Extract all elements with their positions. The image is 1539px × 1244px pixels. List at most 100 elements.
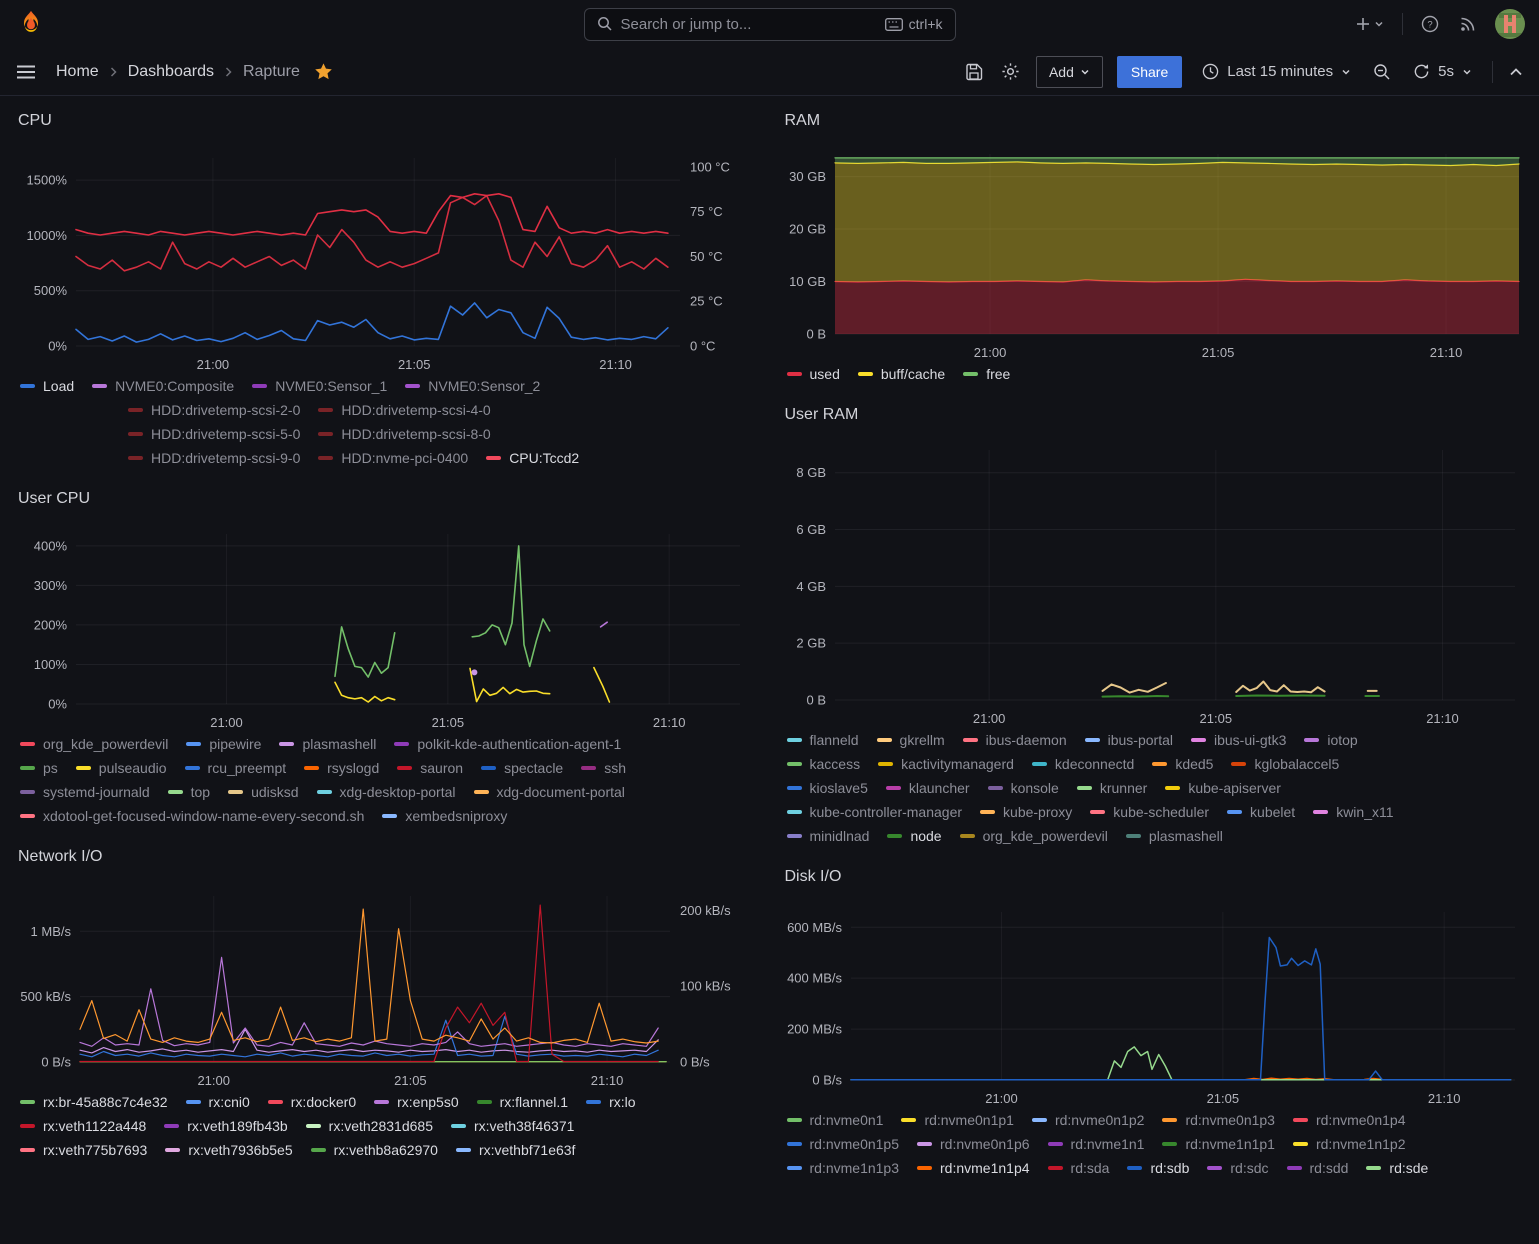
legend-item-rx:docker0[interactable]: rx:docker0: [268, 1094, 356, 1110]
legend-item-udisksd[interactable]: udisksd: [228, 784, 298, 800]
legend-item-plasmashell[interactable]: plasmashell: [1126, 828, 1223, 844]
legend-item-kube-controller-manager[interactable]: kube-controller-manager: [787, 804, 963, 820]
legend-item-rd:nvme0n1p5[interactable]: rd:nvme0n1p5: [787, 1136, 900, 1152]
legend-item-ibus-ui-gtk3[interactable]: ibus-ui-gtk3: [1191, 732, 1286, 748]
legend-item-ibus-portal[interactable]: ibus-portal: [1085, 732, 1173, 748]
legend-item-rd:nvme0n1p3[interactable]: rd:nvme0n1p3: [1162, 1112, 1275, 1128]
legend-item-rd:sda[interactable]: rd:sda: [1048, 1160, 1110, 1176]
legend-item-rd:nvme0n1p1[interactable]: rd:nvme0n1p1: [901, 1112, 1014, 1128]
refresh-picker[interactable]: 5s: [1407, 62, 1478, 81]
legend-item-rx:br-45a88c7c4e32[interactable]: rx:br-45a88c7c4e32: [20, 1094, 168, 1110]
legend-item-kglobalaccel5[interactable]: kglobalaccel5: [1231, 756, 1339, 772]
legend-item-HDD:drivetemp-scsi-4-0[interactable]: HDD:drivetemp-scsi-4-0: [318, 402, 490, 418]
legend-item-xdg-desktop-portal[interactable]: xdg-desktop-portal: [317, 784, 456, 800]
legend-item-pipewire[interactable]: pipewire: [186, 736, 261, 752]
legend-item-rx:veth1122a448[interactable]: rx:veth1122a448: [20, 1118, 146, 1134]
new-dashboard-button[interactable]: [1353, 14, 1386, 34]
legend-item-klauncher[interactable]: klauncher: [886, 780, 970, 796]
legend-item-kubelet[interactable]: kubelet: [1227, 804, 1295, 820]
legend-item-rd:nvme1n1p2[interactable]: rd:nvme1n1p2: [1293, 1136, 1406, 1152]
legend-item-kube-apiserver[interactable]: kube-apiserver: [1165, 780, 1281, 796]
legend-item-NVME0:Sensor_2[interactable]: NVME0:Sensor_2: [405, 378, 540, 394]
network-io-chart[interactable]: 0 B/s500 kB/s1 MB/s0 B/s100 kB/s200 kB/s…: [10, 880, 754, 1092]
legend-item-rd:nvme0n1[interactable]: rd:nvme0n1: [787, 1112, 884, 1128]
user-ram-chart[interactable]: 0 B2 GB4 GB6 GB8 GB21:0021:0521:10: [777, 438, 1529, 730]
legend-item-ssh[interactable]: ssh: [581, 760, 626, 776]
legend-item-buff/cache[interactable]: buff/cache: [858, 366, 945, 382]
legend-item-NVME0:Sensor_1[interactable]: NVME0:Sensor_1: [252, 378, 387, 394]
user-cpu-chart[interactable]: 0%100%200%300%400%21:0021:0521:10: [10, 522, 754, 734]
legend-item-rsyslogd[interactable]: rsyslogd: [304, 760, 379, 776]
cpu-chart[interactable]: 0%500%1000%1500%0 °C25 °C50 °C75 °C100 °…: [10, 144, 754, 376]
time-range-picker[interactable]: Last 15 minutes: [1196, 62, 1357, 81]
share-button[interactable]: Share: [1117, 56, 1182, 88]
legend-item-kaccess[interactable]: kaccess: [787, 756, 861, 772]
legend-item-polkit-kde-authentication-agent-1[interactable]: polkit-kde-authentication-agent-1: [394, 736, 621, 752]
legend-item-systemd-journald[interactable]: systemd-journald: [20, 784, 150, 800]
legend-item-sauron[interactable]: sauron: [397, 760, 463, 776]
legend-item-rd:nvme1n1p3[interactable]: rd:nvme1n1p3: [787, 1160, 900, 1176]
legend-item-rx:veth189fb43b[interactable]: rx:veth189fb43b: [164, 1118, 287, 1134]
save-dashboard-button[interactable]: [963, 61, 985, 83]
breadcrumb-dashboards[interactable]: Dashboards: [128, 63, 214, 81]
legend-item-kded5[interactable]: kded5: [1152, 756, 1213, 772]
user-avatar[interactable]: [1495, 9, 1525, 39]
legend-item-rx:veth7936b5e5[interactable]: rx:veth7936b5e5: [165, 1142, 292, 1158]
legend-item-CPU:Tccd2[interactable]: CPU:Tccd2: [486, 450, 579, 466]
legend-item-NVME0:Composite[interactable]: NVME0:Composite: [92, 378, 234, 394]
legend-item-kioslave5[interactable]: kioslave5: [787, 780, 868, 796]
legend-item-krunner[interactable]: krunner: [1077, 780, 1147, 796]
legend-item-free[interactable]: free: [963, 366, 1010, 382]
legend-item-xdg-document-portal[interactable]: xdg-document-portal: [474, 784, 625, 800]
legend-item-xembedsniproxy[interactable]: xembedsniproxy: [382, 808, 507, 824]
legend-item-rx:vethbf71e63f[interactable]: rx:vethbf71e63f: [456, 1142, 576, 1158]
legend-item-rd:nvme1n1p4[interactable]: rd:nvme1n1p4: [917, 1160, 1030, 1176]
legend-item-HDD:drivetemp-scsi-8-0[interactable]: HDD:drivetemp-scsi-8-0: [318, 426, 490, 442]
legend-item-xdotool-get-focused-window-name-every-second.sh[interactable]: xdotool-get-focused-window-name-every-se…: [20, 808, 364, 824]
legend-item-HDD:nvme-pci-0400[interactable]: HDD:nvme-pci-0400: [318, 450, 468, 466]
legend-item-rx:veth38f46371[interactable]: rx:veth38f46371: [451, 1118, 574, 1134]
legend-item-kube-proxy[interactable]: kube-proxy: [980, 804, 1072, 820]
legend-item-rd:nvme0n1p6[interactable]: rd:nvme0n1p6: [917, 1136, 1030, 1152]
legend-item-spectacle[interactable]: spectacle: [481, 760, 563, 776]
legend-item-kube-scheduler[interactable]: kube-scheduler: [1090, 804, 1209, 820]
legend-item-rd:nvme1n1p1[interactable]: rd:nvme1n1p1: [1162, 1136, 1275, 1152]
grafana-logo[interactable]: [14, 7, 48, 41]
legend-item-HDD:drivetemp-scsi-9-0[interactable]: HDD:drivetemp-scsi-9-0: [128, 450, 300, 466]
ram-chart[interactable]: 0 B10 GB20 GB30 GB21:0021:0521:10: [777, 144, 1529, 364]
legend-item-rx:veth2831d685[interactable]: rx:veth2831d685: [306, 1118, 433, 1134]
legend-item-konsole[interactable]: konsole: [988, 780, 1059, 796]
favorite-star-button[interactable]: [314, 62, 333, 81]
legend-item-kwin_x11[interactable]: kwin_x11: [1313, 804, 1393, 820]
legend-item-rcu_preempt[interactable]: rcu_preempt: [185, 760, 287, 776]
legend-item-rx:cni0[interactable]: rx:cni0: [186, 1094, 250, 1110]
legend-item-flanneld[interactable]: flanneld: [787, 732, 859, 748]
zoom-out-button[interactable]: [1371, 61, 1393, 83]
collapse-toolbar-button[interactable]: [1507, 65, 1525, 79]
search-input[interactable]: Search or jump to... ctrl+k: [584, 8, 956, 41]
legend-item-rd:sdc[interactable]: rd:sdc: [1207, 1160, 1268, 1176]
legend-item-org_kde_powerdevil[interactable]: org_kde_powerdevil: [960, 828, 1108, 844]
legend-item-minidlnad[interactable]: minidlnad: [787, 828, 870, 844]
legend-item-kdeconnectd[interactable]: kdeconnectd: [1032, 756, 1134, 772]
add-panel-button[interactable]: Add: [1036, 56, 1103, 88]
breadcrumb-home[interactable]: Home: [56, 63, 99, 81]
legend-item-ps[interactable]: ps: [20, 760, 58, 776]
legend-item-rx:flannel.1[interactable]: rx:flannel.1: [477, 1094, 568, 1110]
legend-item-rd:sde[interactable]: rd:sde: [1366, 1160, 1428, 1176]
legend-item-rd:sdb[interactable]: rd:sdb: [1127, 1160, 1189, 1176]
disk-io-chart[interactable]: 0 B/s200 MB/s400 MB/s600 MB/s21:0021:052…: [777, 900, 1529, 1110]
legend-item-org_kde_powerdevil[interactable]: org_kde_powerdevil: [20, 736, 168, 752]
legend-item-kactivitymanagerd[interactable]: kactivitymanagerd: [878, 756, 1014, 772]
legend-item-rd:nvme0n1p2[interactable]: rd:nvme0n1p2: [1032, 1112, 1145, 1128]
legend-item-rd:sdd[interactable]: rd:sdd: [1287, 1160, 1349, 1176]
legend-item-rx:enp5s0[interactable]: rx:enp5s0: [374, 1094, 458, 1110]
legend-item-HDD:drivetemp-scsi-2-0[interactable]: HDD:drivetemp-scsi-2-0: [128, 402, 300, 418]
legend-item-top[interactable]: top: [168, 784, 210, 800]
legend-item-rx:lo[interactable]: rx:lo: [586, 1094, 635, 1110]
legend-item-rx:vethb8a62970[interactable]: rx:vethb8a62970: [311, 1142, 438, 1158]
legend-item-HDD:drivetemp-scsi-5-0[interactable]: HDD:drivetemp-scsi-5-0: [128, 426, 300, 442]
news-button[interactable]: [1457, 13, 1479, 35]
help-button[interactable]: ?: [1419, 13, 1441, 35]
legend-item-Load[interactable]: Load: [20, 378, 74, 394]
